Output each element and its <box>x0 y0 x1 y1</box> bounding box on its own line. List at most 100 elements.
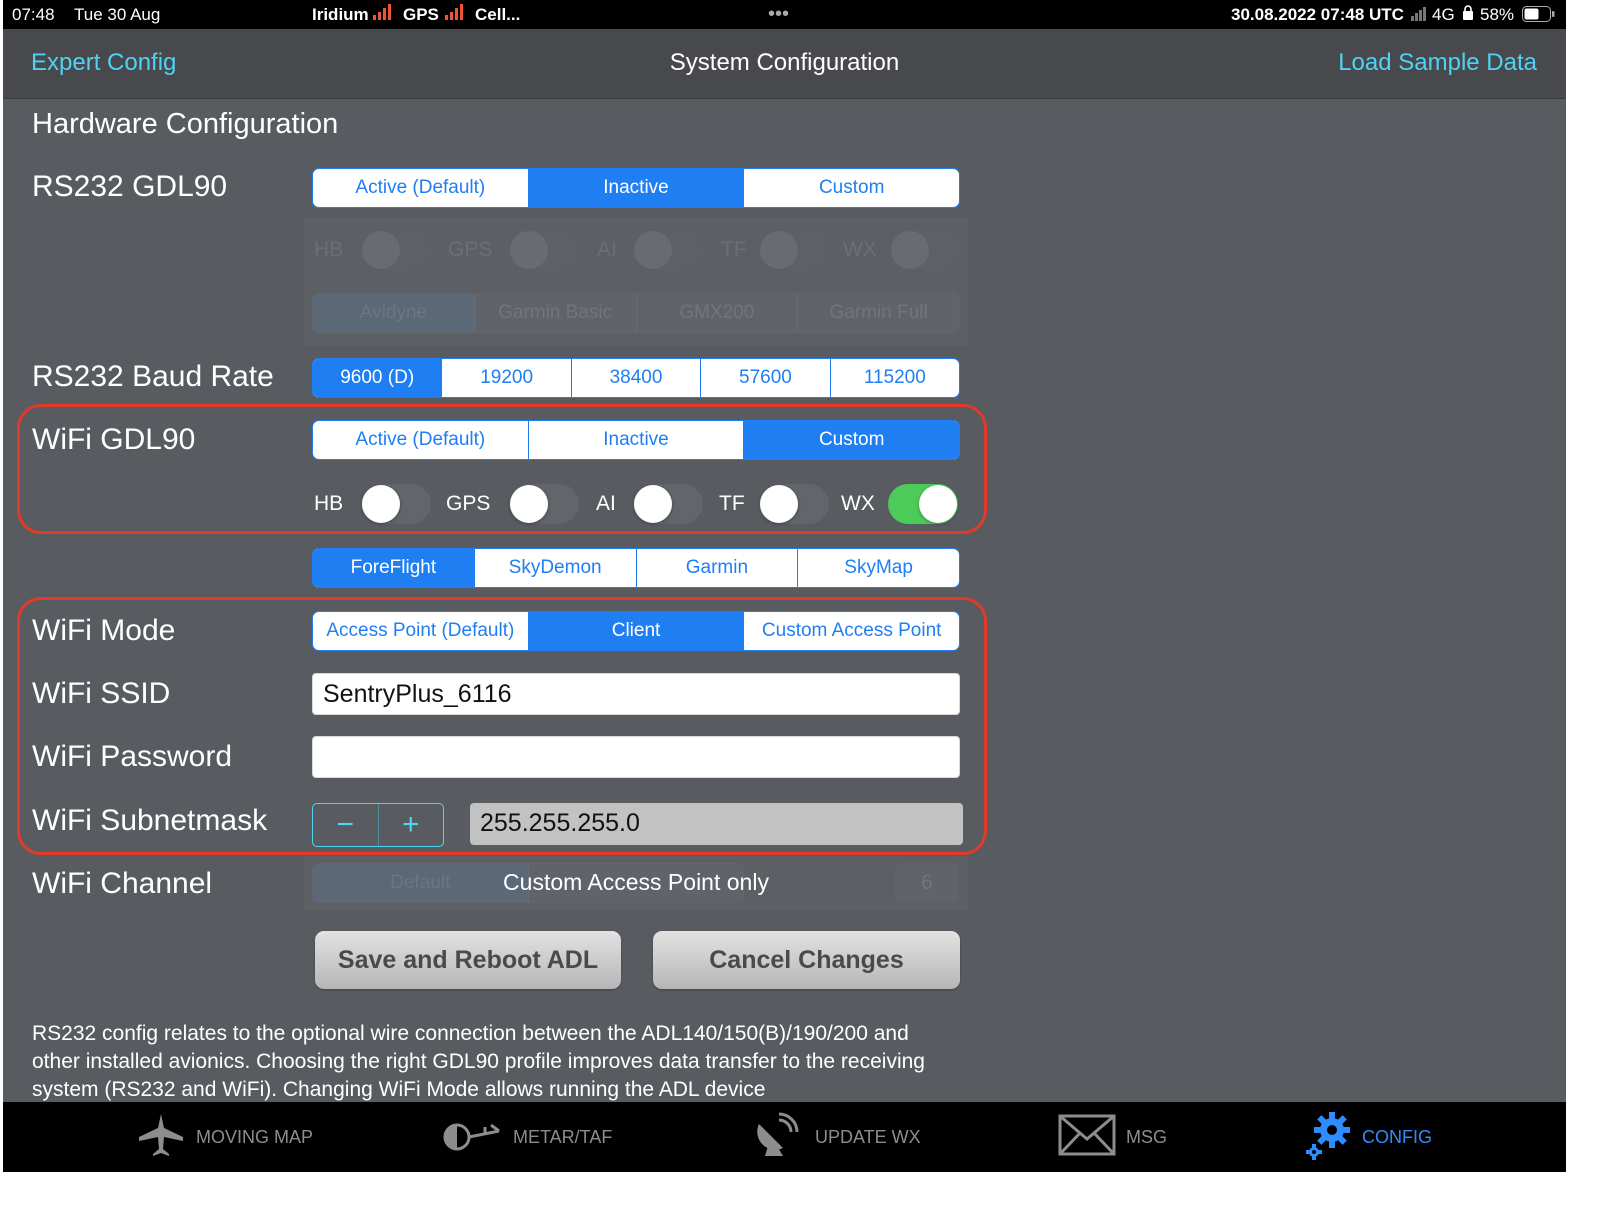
wifi-wx-toggle[interactable] <box>888 484 958 524</box>
wifi-profile-skymap[interactable]: SkyMap <box>797 549 959 587</box>
battery-icon <box>1522 6 1556 27</box>
status-gps: GPS <box>403 5 439 24</box>
wifi-mode-segmented: Access Point (Default) Client Custom Acc… <box>312 611 960 651</box>
wifi-channel-label: WiFi Channel <box>32 867 213 900</box>
baud-option-57600[interactable]: 57600 <box>700 359 829 397</box>
rs232-gdl90-option-inactive[interactable]: Inactive <box>527 169 744 207</box>
wifi-gdl90-option-inactive[interactable]: Inactive <box>527 421 744 459</box>
subnetmask-increment-button[interactable]: + <box>379 804 444 846</box>
expert-config-button[interactable]: Expert Config <box>31 49 176 77</box>
status-battery-pct: 58% <box>1480 5 1515 24</box>
wifi-gps-toggle[interactable] <box>509 484 579 524</box>
tab-update-wx[interactable]: UPDATE WX <box>753 1102 921 1172</box>
save-reboot-button[interactable]: Save and Reboot ADL <box>315 931 621 989</box>
wifi-gdl90-segmented: Active (Default) Inactive Custom <box>312 420 960 460</box>
wifi-hb-label: HB <box>314 492 344 515</box>
cell-signal-icon <box>1411 6 1427 26</box>
tab-label: MSG <box>1126 1126 1168 1147</box>
rs232-tf-label: TF <box>721 238 747 261</box>
wifi-profile-skydemon[interactable]: SkyDemon <box>473 549 636 587</box>
rs232-ai-label: AI <box>597 238 617 261</box>
tab-metar-taf[interactable]: METAR/TAF <box>441 1102 612 1172</box>
rs232-gdl90-label: RS232 GDL90 <box>32 170 228 203</box>
baud-rate-segmented: 9600 (D) 19200 38400 57600 115200 <box>312 358 960 398</box>
wifi-gdl90-option-custom[interactable]: Custom <box>743 421 959 459</box>
status-iridium: Iridium <box>312 5 369 24</box>
wifi-ssid-label: WiFi SSID <box>32 677 171 710</box>
wifi-password-label: WiFi Password <box>32 740 233 773</box>
tab-label: MOVING MAP <box>196 1126 314 1147</box>
envelope-icon <box>1058 1113 1116 1162</box>
rs232-profile-garmin-basic[interactable]: Garmin Basic <box>473 294 636 332</box>
tab-label: UPDATE WX <box>815 1126 921 1147</box>
wifi-gps-label: GPS <box>446 492 491 515</box>
wifi-ai-label: AI <box>596 492 616 515</box>
subnetmask-value: 255.255.255.0 <box>470 803 963 845</box>
lock-icon <box>1462 5 1474 26</box>
baud-option-19200[interactable]: 19200 <box>441 359 570 397</box>
status-cell: Cell... <box>475 5 521 24</box>
wifi-ssid-input[interactable] <box>312 673 960 715</box>
wifi-tf-label: TF <box>719 492 745 515</box>
tab-moving-map[interactable]: MOVING MAP <box>136 1102 313 1172</box>
iridium-signal-icon <box>373 4 393 25</box>
baud-option-38400[interactable]: 38400 <box>570 359 700 397</box>
satellite-dish-icon <box>753 1110 805 1165</box>
wifi-ai-toggle[interactable] <box>633 484 703 524</box>
wifi-password-input[interactable] <box>312 736 960 778</box>
tab-config[interactable]: CONFIG <box>1304 1102 1432 1172</box>
rs232-profile-segmented: Avidyne Garmin Basic GMX200 Garmin Full <box>312 293 960 333</box>
wifi-mode-option-client[interactable]: Client <box>527 612 744 650</box>
wifi-mode-label: WiFi Mode <box>32 614 176 647</box>
rs232-profile-avidyne[interactable]: Avidyne <box>313 294 474 332</box>
rs232-hb-label: HB <box>314 238 344 261</box>
section-title: Hardware Configuration <box>32 108 339 140</box>
airplane-icon <box>136 1110 186 1165</box>
subnetmask-stepper: − + <box>312 803 444 847</box>
wifi-channel-overlay-note: Custom Access Point only <box>503 869 769 895</box>
wifi-hb-toggle[interactable] <box>361 484 431 524</box>
baud-option-9600[interactable]: 9600 (D) <box>313 359 442 397</box>
rs232-gps-toggle[interactable] <box>509 230 579 270</box>
wifi-tf-toggle[interactable] <box>759 484 829 524</box>
baud-option-115200[interactable]: 115200 <box>829 359 959 397</box>
gear-icon <box>1304 1110 1352 1165</box>
wifi-gdl90-option-active[interactable]: Active (Default) <box>313 421 528 459</box>
wifi-mode-option-custom-access-point[interactable]: Custom Access Point <box>743 612 959 650</box>
wifi-profile-garmin[interactable]: Garmin <box>635 549 798 587</box>
load-sample-data-button[interactable]: Load Sample Data <box>1338 49 1537 77</box>
subnetmask-decrement-button[interactable]: − <box>313 804 379 846</box>
rs232-gdl90-option-custom[interactable]: Custom <box>743 169 959 207</box>
wifi-mode-option-access-point[interactable]: Access Point (Default) <box>313 612 528 650</box>
rs232-gdl90-option-active[interactable]: Active (Default) <box>313 169 528 207</box>
tab-msg[interactable]: MSG <box>1058 1102 1167 1172</box>
wifi-profile-segmented: ForeFlight SkyDemon Garmin SkyMap <box>312 548 960 588</box>
rs232-hb-toggle[interactable] <box>361 230 431 270</box>
wifi-gdl90-label: WiFi GDL90 <box>32 423 196 456</box>
rs232-gps-label: GPS <box>448 238 493 261</box>
wifi-wx-label: WX <box>841 492 875 515</box>
rs232-profile-garmin-full[interactable]: Garmin Full <box>797 294 959 332</box>
tab-label: CONFIG <box>1362 1126 1432 1147</box>
rs232-wx-toggle[interactable] <box>890 230 960 270</box>
tab-bar: MOVING MAP METAR/TAF UPDATE WX MSG CONFI… <box>3 1102 1566 1172</box>
status-network: 4G <box>1432 5 1455 24</box>
page-title: System Configuration <box>669 49 900 76</box>
baud-rate-label: RS232 Baud Rate <box>32 360 274 393</box>
rs232-profile-gmx200[interactable]: GMX200 <box>635 294 798 332</box>
cancel-changes-button[interactable]: Cancel Changes <box>653 931 960 989</box>
rs232-gdl90-segmented: Active (Default) Inactive Custom <box>312 168 960 208</box>
rs232-wx-label: WX <box>843 238 877 261</box>
rs232-ai-toggle[interactable] <box>633 230 703 270</box>
multitasking-dots-icon[interactable]: ••• <box>768 3 789 26</box>
gps-signal-icon <box>445 4 465 25</box>
wifi-profile-foreflight[interactable]: ForeFlight <box>313 549 474 587</box>
info-text: RS232 config relates to the optional wir… <box>32 1022 925 1101</box>
status-date: Tue 30 Aug <box>74 5 161 24</box>
status-bar: 07:48 Tue 30 Aug Iridium GPS Cell... •••… <box>3 0 1566 29</box>
navigation-bar: System Configuration Expert Config Load … <box>3 29 1566 99</box>
wifi-subnetmask-label: WiFi Subnetmask <box>32 804 268 837</box>
rs232-tf-toggle[interactable] <box>759 230 829 270</box>
status-utc: 30.08.2022 07:48 UTC <box>1231 5 1404 24</box>
gauge-icon <box>441 1115 503 1160</box>
